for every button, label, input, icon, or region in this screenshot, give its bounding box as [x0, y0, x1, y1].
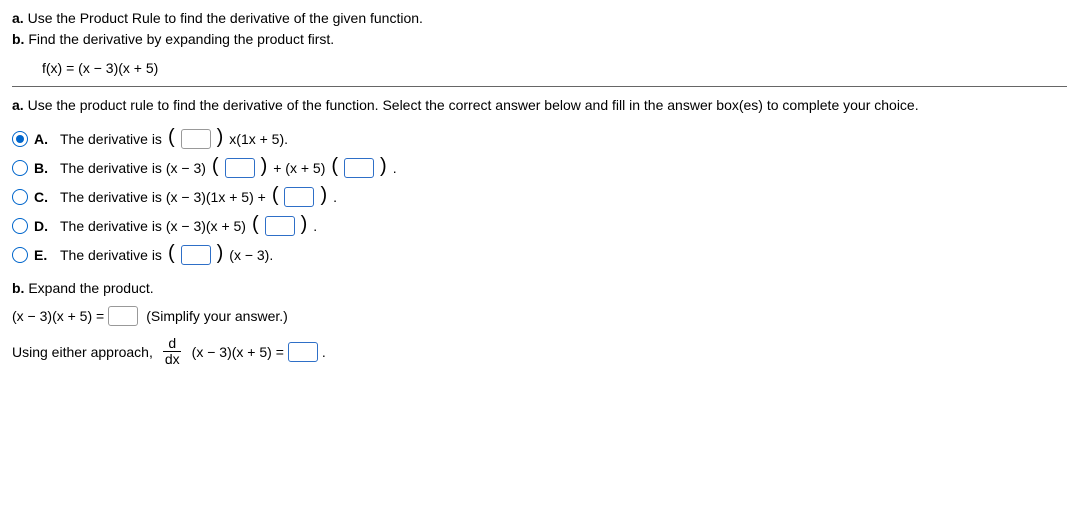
option-c-input[interactable] [284, 187, 314, 207]
option-e-letter: E. [34, 247, 54, 263]
frac-den: dx [160, 352, 185, 367]
part-b-prompt-row: b. Expand the product. [12, 280, 1067, 296]
option-b[interactable]: B. The derivative is (x − 3) () + (x + 5… [12, 156, 1067, 179]
option-c-end: . [333, 189, 337, 205]
radio-a[interactable] [12, 131, 28, 147]
paren-close: ) [217, 242, 224, 265]
radio-b[interactable] [12, 160, 28, 176]
final-mid: (x − 3)(x + 5) = [192, 344, 284, 360]
final-input[interactable] [288, 342, 318, 362]
final-prefix: Using either approach, [12, 344, 153, 360]
paren-open: ( [168, 242, 175, 265]
ddx-fraction: d dx [160, 336, 185, 368]
frac-num: d [163, 336, 181, 352]
option-b-end: . [393, 160, 397, 176]
option-d-input[interactable] [265, 216, 295, 236]
given-function: f(x) = (x − 3)(x + 5) [42, 60, 1067, 76]
paren-close: ) [380, 155, 387, 178]
paren-close: ) [217, 126, 224, 149]
option-e-post: (x − 3). [229, 247, 273, 263]
option-b-input1[interactable] [225, 158, 255, 178]
instruction-a: a. Use the Product Rule to find the deri… [12, 8, 1067, 29]
paren-open: ( [212, 155, 219, 178]
option-a-post: x(1x + 5). [229, 131, 288, 147]
paren-close: ) [301, 213, 308, 236]
paren-open: ( [168, 126, 175, 149]
paren-close: ) [320, 184, 327, 207]
instructions-block: a. Use the Product Rule to find the deri… [12, 8, 1067, 50]
option-a-prefix: The derivative is [60, 131, 162, 147]
instr-b-label: b. [12, 31, 24, 47]
option-a-input[interactable] [181, 129, 211, 149]
part-a-label: a. [12, 97, 24, 113]
option-b-letter: B. [34, 160, 54, 176]
options-group: A. The derivative is () x(1x + 5). B. Th… [12, 127, 1067, 266]
option-c[interactable]: C. The derivative is (x − 3)(1x + 5) + (… [12, 185, 1067, 208]
part-a-text: Use the product rule to find the derivat… [28, 97, 919, 113]
divider [12, 86, 1067, 87]
paren-open: ( [331, 155, 338, 178]
part-b-block: b. Expand the product. (x − 3)(x + 5) = … [12, 280, 1067, 368]
option-b-mid: + (x + 5) [273, 160, 325, 176]
paren-open: ( [252, 213, 259, 236]
radio-c[interactable] [12, 189, 28, 205]
option-c-letter: C. [34, 189, 54, 205]
option-e-prefix: The derivative is [60, 247, 162, 263]
part-a-prompt: a. Use the product rule to find the deri… [12, 97, 1067, 113]
final-end: . [322, 344, 326, 360]
part-b-prompt: Expand the product. [28, 280, 153, 296]
option-a[interactable]: A. The derivative is () x(1x + 5). [12, 127, 1067, 150]
option-a-letter: A. [34, 131, 54, 147]
option-d-end: . [313, 218, 317, 234]
option-b-input2[interactable] [344, 158, 374, 178]
instruction-b: b. Find the derivative by expanding the … [12, 29, 1067, 50]
option-e-input[interactable] [181, 245, 211, 265]
option-c-prefix: The derivative is (x − 3)(1x + 5) + [60, 189, 266, 205]
final-line: Using either approach, d dx (x − 3)(x + … [12, 336, 1067, 368]
part-b-label: b. [12, 280, 24, 296]
option-d-prefix: The derivative is (x − 3)(x + 5) [60, 218, 246, 234]
simplify-hint: (Simplify your answer.) [146, 308, 288, 324]
radio-d[interactable] [12, 218, 28, 234]
expand-input[interactable] [108, 306, 138, 326]
instr-b-text: Find the derivative by expanding the pro… [28, 31, 334, 47]
option-e[interactable]: E. The derivative is () (x − 3). [12, 243, 1067, 266]
expand-lhs: (x − 3)(x + 5) = [12, 308, 104, 324]
paren-close: ) [261, 155, 268, 178]
instr-a-label: a. [12, 10, 24, 26]
paren-open: ( [272, 184, 279, 207]
radio-e[interactable] [12, 247, 28, 263]
option-d-letter: D. [34, 218, 54, 234]
option-d[interactable]: D. The derivative is (x − 3)(x + 5) () . [12, 214, 1067, 237]
expand-line: (x − 3)(x + 5) = (Simplify your answer.) [12, 306, 1067, 326]
option-b-prefix: The derivative is (x − 3) [60, 160, 206, 176]
instr-a-text: Use the Product Rule to find the derivat… [28, 10, 423, 26]
